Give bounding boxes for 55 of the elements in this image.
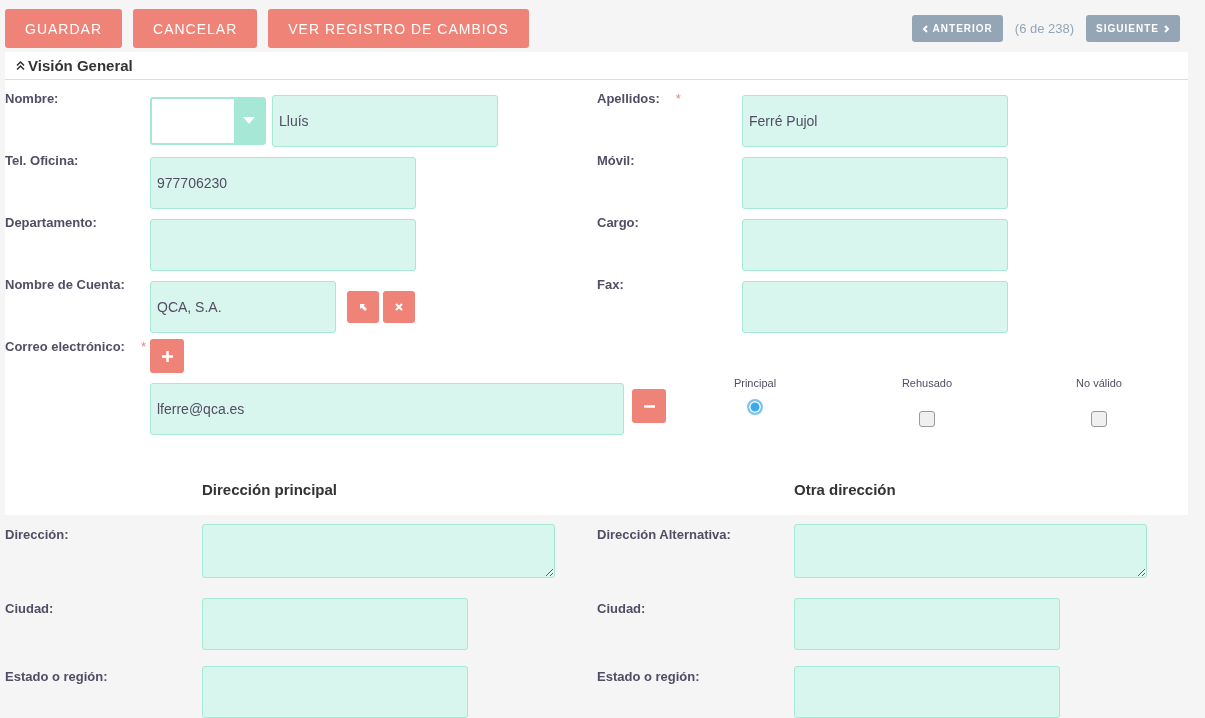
minus-icon <box>643 404 655 408</box>
input-field[interactable]: 977706230 <box>150 157 416 209</box>
field-label: Fax: <box>597 277 624 292</box>
email-field[interactable]: lferre@qca.es <box>150 383 624 435</box>
field-label: Cargo: <box>597 215 639 230</box>
text-area[interactable] <box>794 524 1147 578</box>
text-area[interactable] <box>202 524 555 578</box>
field-label: Apellidos: <box>597 91 660 106</box>
double-chevron-up-icon[interactable] <box>16 61 25 70</box>
field-label: Correo electrónico: <box>5 339 125 354</box>
required-mark: * <box>140 339 146 354</box>
clear-button[interactable] <box>383 291 415 323</box>
caret-down-icon <box>243 117 255 125</box>
input-field[interactable]: Ferré Pujol <box>742 95 1008 147</box>
field-label: Dirección: <box>5 526 70 544</box>
input-field[interactable] <box>742 281 1008 333</box>
input-field[interactable] <box>202 666 468 718</box>
flag-header: Principal <box>733 377 777 391</box>
opted-out-checkbox[interactable] <box>919 411 935 427</box>
chevron-left-icon <box>921 24 928 33</box>
field-label: Estado o región: <box>597 668 701 686</box>
input-field[interactable] <box>742 219 1008 271</box>
add-email-button[interactable] <box>150 339 184 373</box>
field-label: Tel. Oficina: <box>5 153 79 168</box>
primary-radio[interactable] <box>747 399 763 415</box>
input-field[interactable] <box>742 157 1008 209</box>
field-label: Ciudad: <box>597 600 647 618</box>
plus-icon <box>161 350 173 362</box>
select-button[interactable] <box>347 291 379 323</box>
field-label: Departamento: <box>5 215 97 230</box>
section-heading: Otra dirección <box>794 481 897 498</box>
field-label: Nombre: <box>5 91 59 106</box>
field-label: Estado o región: <box>5 668 109 686</box>
input-field[interactable]: QCA, S.A. <box>150 281 336 333</box>
section-heading: Dirección principal <box>202 481 339 498</box>
record-counter: (6 de 238) <box>1014 21 1075 36</box>
panel-title[interactable]: Visión General <box>28 57 133 74</box>
field-label: Nombre de Cuenta: <box>5 277 125 292</box>
salutation-dropdown[interactable] <box>150 97 266 145</box>
remove-email-button[interactable] <box>632 389 666 423</box>
close-icon <box>395 303 403 311</box>
flag-header: No válido <box>1076 377 1122 391</box>
input-field[interactable]: Lluís <box>272 95 498 147</box>
input-field[interactable] <box>150 219 416 271</box>
chevron-right-icon <box>1164 24 1170 33</box>
invalid-checkbox[interactable] <box>1091 411 1107 427</box>
field-label: Dirección Alternativa: <box>597 526 732 544</box>
field-label: Ciudad: <box>5 600 55 618</box>
flag-header: Rehusado <box>901 377 953 391</box>
required-mark: * <box>675 91 681 106</box>
input-field[interactable] <box>794 598 1060 650</box>
field-label: Móvil: <box>597 153 635 168</box>
input-field[interactable] <box>202 598 468 650</box>
arrow-pointer-icon <box>358 302 368 312</box>
input-field[interactable] <box>794 666 1060 718</box>
